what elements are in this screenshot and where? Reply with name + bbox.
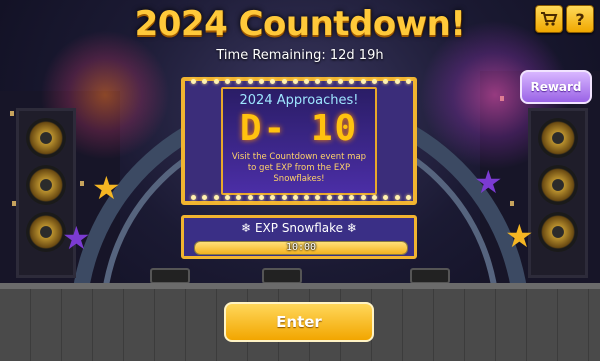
snowflake-progress-bar: 10:00 bbox=[194, 241, 408, 255]
stage-lamp bbox=[262, 268, 302, 284]
exp-snowflake-panel: ❄ EXP Snowflake ❄ 10:00 bbox=[181, 215, 417, 259]
help-button[interactable]: ? bbox=[566, 5, 594, 33]
board-description: Visit the Countdown event map to get EXP… bbox=[231, 152, 367, 184]
star-decoration: ★ bbox=[92, 169, 121, 207]
star-decoration: ★ bbox=[474, 163, 503, 201]
dday-counter: D- 10 bbox=[239, 108, 359, 149]
reward-button[interactable]: Reward bbox=[520, 70, 592, 104]
board-bulbs-top bbox=[191, 79, 411, 85]
countdown-board: 2024 Approaches! D- 10 Visit the Countdo… bbox=[181, 77, 417, 205]
enter-button[interactable]: Enter bbox=[224, 302, 374, 342]
countdown-display: 2024 Approaches! D- 10 Visit the Countdo… bbox=[221, 87, 377, 195]
snowflake-title: ❄ EXP Snowflake ❄ bbox=[241, 221, 357, 235]
star-decoration: ★ bbox=[505, 217, 534, 255]
board-bulbs-bottom bbox=[191, 195, 411, 201]
snowflake-timer: 10:00 bbox=[285, 242, 317, 253]
board-heading: 2024 Approaches! bbox=[239, 93, 359, 108]
event-scene: ★ ★ ★ ★ 2024 Countdown! Time Remaining: … bbox=[0, 0, 600, 361]
floor-ledge bbox=[0, 283, 600, 289]
cart-icon-glyph bbox=[541, 12, 558, 26]
star-decoration: ★ bbox=[62, 219, 91, 257]
stage-lamp bbox=[410, 268, 450, 284]
speaker-right bbox=[528, 108, 588, 278]
stage-lamp bbox=[150, 268, 190, 284]
event-title: 2024 Countdown! bbox=[134, 4, 466, 44]
time-remaining: Time Remaining: 12d 19h bbox=[216, 48, 384, 63]
cart-icon[interactable] bbox=[535, 5, 563, 33]
